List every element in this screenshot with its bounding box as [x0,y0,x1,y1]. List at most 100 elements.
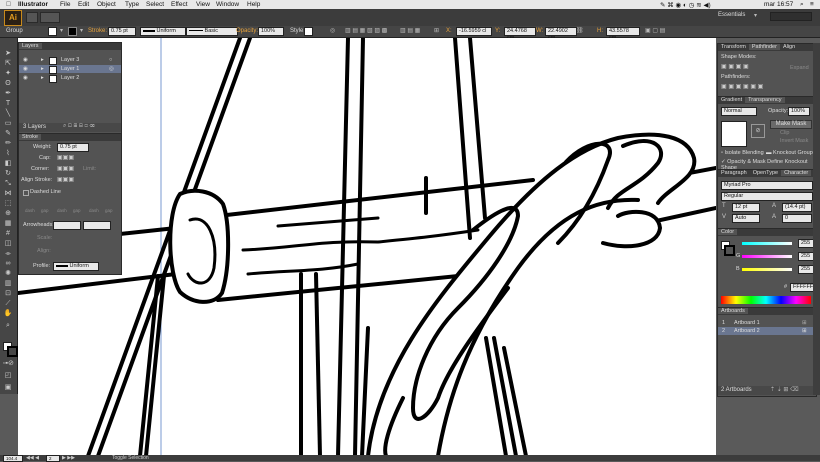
variable-width-profile[interactable]: Uniform [140,27,186,36]
opacity-field[interactable]: 100% [258,27,284,36]
rectangle-tool-icon[interactable]: ▭ [3,120,13,128]
artboard-tool-icon[interactable]: ⊡ [3,290,13,298]
shape-mode-buttons[interactable]: ▣ ▣ ▣ ▣ [721,63,749,70]
menu-type[interactable]: Type [125,1,139,8]
y-field[interactable]: 24.4768 cm [504,27,536,41]
hex-field[interactable]: FFFFFF [790,283,814,292]
layer-row[interactable]: ◉ ▸ Layer 3 ○ [19,56,121,65]
layer-row-selected[interactable]: ◉ ▸ Layer 1 ◎ [19,65,121,74]
w-field[interactable]: 22.4902 cm [545,27,577,41]
tab-transform[interactable]: Transform [718,44,749,50]
tab-opentype[interactable]: OpenType [750,170,781,176]
selection-tool-icon[interactable]: ➤ [3,50,13,58]
green-value[interactable]: 255 [798,252,814,261]
artboard-options-icon[interactable]: ⊞ [802,327,807,335]
link-icon[interactable]: ⛓ [576,27,584,34]
font-style-select[interactable]: Regular [721,192,813,201]
search-help-input[interactable] [770,12,812,21]
tab-align[interactable]: Align [780,44,798,50]
h-field[interactable]: 43.5578 cm [606,27,640,41]
blend-mode-select[interactable]: Normal [721,107,757,116]
perspective-grid-tool-icon[interactable]: ▦ [3,220,13,228]
tab-stroke[interactable]: Stroke [19,134,41,140]
knockout-group-checkbox[interactable]: ▬ Knockout Group [766,150,813,156]
artboard-options-icon[interactable]: ⊞ [802,319,807,327]
expand-button[interactable]: Expand [790,65,809,71]
stroke-color-box[interactable] [724,245,735,256]
eyedropper-tool-icon[interactable]: ⌯ [3,250,13,258]
line-tool-icon[interactable]: ╲ [3,110,13,118]
target-icon[interactable]: ◎ [109,65,114,73]
color-mode-icons[interactable]: ▫▪⊘ [3,360,14,368]
profile-select[interactable]: Uniform [53,262,99,271]
red-value[interactable]: 255 [798,239,814,248]
eye-icon[interactable]: ◉ [23,56,28,64]
pathfinder-buttons[interactable]: ▣ ▣ ▣ ▣ ▣ ▣ [721,83,763,90]
graphic-style-swatch[interactable] [304,27,313,36]
menu-object[interactable]: Object [97,1,116,8]
fill-dropdown-icon[interactable]: ▾ [60,27,63,34]
layer-name[interactable]: Layer 2 [61,74,79,82]
blob-brush-tool-icon[interactable]: ⌇ [3,150,13,158]
mesh-tool-icon[interactable]: # [3,230,13,238]
stroke-color-box[interactable] [7,346,18,357]
font-family-select[interactable]: Myriad Pro [721,181,813,190]
menu-help[interactable]: Help [247,1,260,8]
font-size-field[interactable]: 12 pt [732,203,760,212]
arrange-documents-button[interactable] [40,12,60,23]
artboard-nav-next-icons[interactable]: ▶ ▶▶ [62,455,75,461]
app-menu[interactable]: Illustrator [18,1,48,8]
isolate-icon[interactable]: ▣ ▢ ▤ [645,27,665,34]
corner-buttons[interactable]: ▣▣▣ [57,165,74,172]
menu-view[interactable]: View [196,1,210,8]
tab-pathfinder[interactable]: Pathfinder [748,44,780,50]
layer-row[interactable]: ◉ ▸ Layer 2 [19,74,121,83]
column-graph-tool-icon[interactable]: ▥ [3,280,13,288]
transparency-thumbnail[interactable] [721,121,747,147]
fill-swatch[interactable] [48,27,57,36]
artboard-nav-icons[interactable]: ◀◀ ◀ [26,455,39,461]
blue-slider[interactable] [742,268,792,271]
apple-menu-icon[interactable]:  [6,1,11,8]
stroke-weight-field[interactable]: 0.75 pt [108,27,136,36]
isolate-blending-checkbox[interactable]: ▫ Isolate Blending [721,150,764,156]
symbol-sprayer-tool-icon[interactable]: ✺ [3,270,13,278]
brush-definition[interactable]: Basic [186,27,238,36]
recolor-icon[interactable]: ◎ [330,27,335,34]
bridge-button[interactable] [26,12,38,23]
artboard-canvas[interactable] [18,38,716,456]
arrowhead-start-select[interactable] [53,221,81,230]
artboard-name[interactable]: Artboard 1 [734,319,760,327]
expand-arrow-icon[interactable]: ▸ [41,56,44,64]
align-icons[interactable]: ▥ ▤ ▦ ▧ ▨ ▩ [345,27,387,34]
width-tool-icon[interactable]: ⋈ [3,190,13,198]
menu-file[interactable]: File [60,1,70,8]
leading-field[interactable]: (14.4 pt) [782,203,812,212]
slice-tool-icon[interactable]: ⟋ [3,300,13,308]
artboard-row-selected[interactable]: 2 Artboard 2 ⊞ [718,327,816,335]
blue-value[interactable]: 255 [798,265,814,274]
opacity-label[interactable]: Opacity: [236,28,258,34]
gradient-tool-icon[interactable]: ◫ [3,240,13,248]
magic-wand-tool-icon[interactable]: ✦ [3,70,13,78]
hand-tool-icon[interactable]: ✋ [3,310,13,318]
reference-point-icon[interactable]: ⊞ [434,27,439,34]
chevron-down-icon[interactable]: ▾ [754,12,757,19]
scale-tool-icon[interactable]: ⤡ [3,180,13,188]
lasso-tool-icon[interactable]: ʘ [3,80,13,88]
target-icon[interactable]: ○ [109,56,112,64]
menu-window[interactable]: Window [216,1,239,8]
shape-builder-tool-icon[interactable]: ⊕ [3,210,13,218]
paintbrush-tool-icon[interactable]: ✎ [3,130,13,138]
color-spectrum-bar[interactable] [721,296,811,304]
tab-gradient[interactable]: Gradient [718,97,745,103]
rotate-tool-icon[interactable]: ↻ [3,170,13,178]
direct-selection-tool-icon[interactable]: ⇱ [3,60,13,68]
workspace-switcher[interactable]: Essentials [718,12,745,18]
eye-icon[interactable]: ◉ [23,74,28,82]
free-transform-tool-icon[interactable]: ⬚ [3,200,13,208]
layer-name[interactable]: Layer 1 [61,65,79,73]
artboard-name[interactable]: Artboard 2 [734,327,760,335]
x-field[interactable]: -16.5959 cl [456,27,492,36]
kerning-field[interactable]: Auto [732,214,760,223]
